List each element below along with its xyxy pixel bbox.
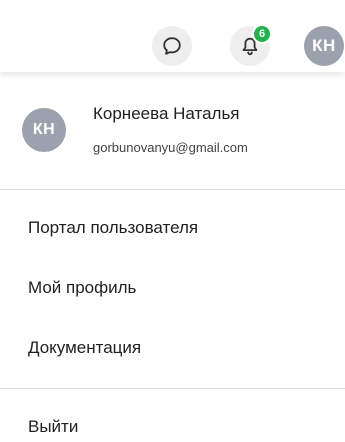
chat-bubble-icon	[163, 37, 181, 55]
notification-count-badge: 6	[252, 24, 272, 44]
user-name: Корнеева Наталья	[93, 104, 240, 123]
top-bar: 6 КН	[0, 0, 345, 72]
user-email: gorbunovanyu@gmail.com	[93, 140, 248, 155]
user-avatar: КН	[22, 108, 66, 152]
chat-button[interactable]	[152, 26, 192, 66]
user-avatar-button[interactable]: КН	[304, 26, 344, 66]
menu-divider	[0, 388, 345, 389]
user-dropdown-menu: КН Корнеева Наталья gorbunovanyu@gmail.c…	[0, 72, 345, 442]
menu-item-documentation[interactable]: Документация	[28, 338, 141, 358]
menu-item-my-profile[interactable]: Мой профиль	[28, 278, 136, 298]
notifications-button[interactable]: 6	[230, 24, 272, 66]
menu-divider	[0, 189, 345, 190]
menu-item-user-portal[interactable]: Портал пользователя	[28, 218, 198, 238]
menu-item-logout[interactable]: Выйти	[28, 417, 78, 437]
